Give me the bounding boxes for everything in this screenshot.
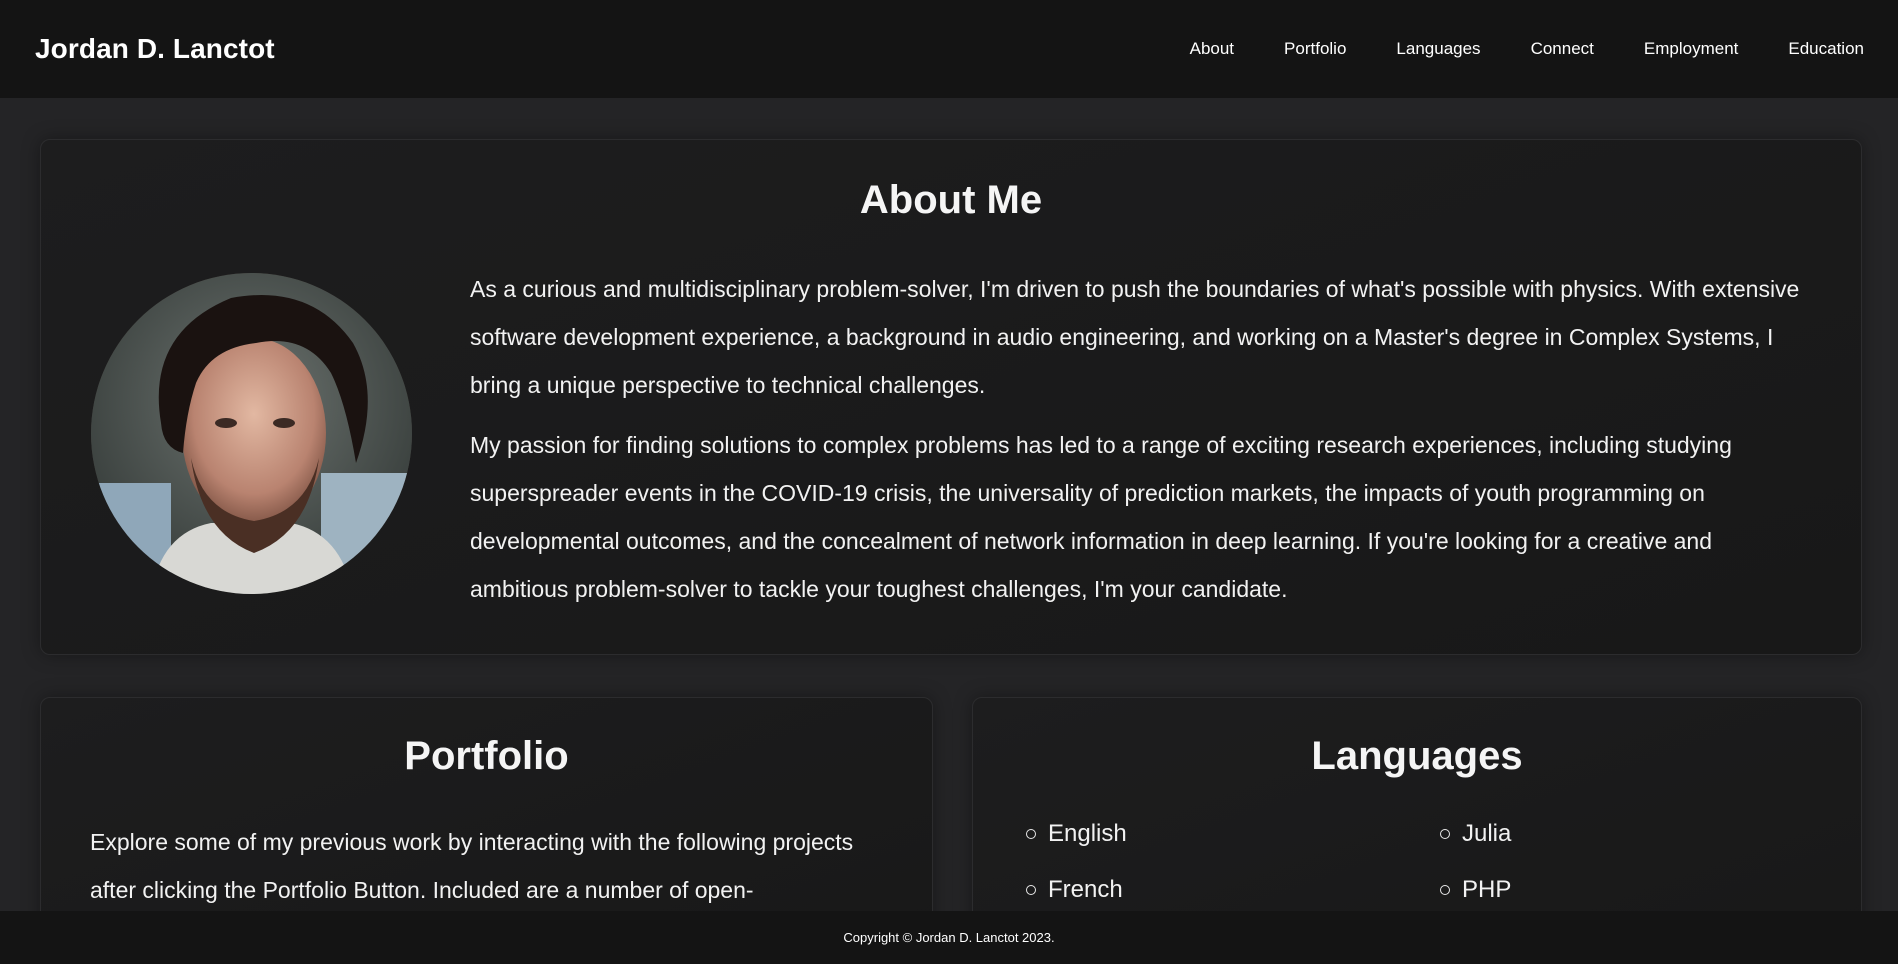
profile-photo-image	[91, 273, 412, 594]
list-item: French	[1026, 862, 1127, 918]
nav-link-portfolio[interactable]: Portfolio	[1284, 39, 1346, 59]
about-title: About Me	[859, 178, 1043, 222]
language-label: French	[1048, 876, 1123, 903]
list-item: PHP	[1440, 862, 1511, 918]
languages-column-left: English French	[1026, 806, 1127, 918]
nav-link-employment[interactable]: Employment	[1644, 39, 1738, 59]
brand-name[interactable]: Jordan D. Lanctot	[35, 33, 275, 65]
about-paragraph-2: My passion for finding solutions to comp…	[470, 432, 1732, 602]
circle-bullet-icon	[1440, 885, 1450, 895]
languages-title: Languages	[1311, 734, 1523, 778]
nav-link-languages[interactable]: Languages	[1396, 39, 1480, 59]
list-item: English	[1026, 806, 1127, 862]
circle-bullet-icon	[1026, 885, 1036, 895]
nav-links: About Portfolio Languages Connect Employ…	[1140, 39, 1864, 59]
profile-photo	[91, 273, 412, 594]
language-label: English	[1048, 820, 1127, 847]
nav-link-education[interactable]: Education	[1788, 39, 1864, 59]
language-label: PHP	[1462, 876, 1512, 903]
languages-column-right: Julia PHP	[1440, 806, 1511, 918]
footer: Copyright © Jordan D. Lanctot 2023.	[0, 911, 1898, 964]
list-item: Julia	[1440, 806, 1511, 862]
language-label: Julia	[1462, 820, 1512, 847]
top-navbar: Jordan D. Lanctot About Portfolio Langua…	[0, 0, 1898, 98]
circle-bullet-icon	[1026, 829, 1036, 839]
circle-bullet-icon	[1440, 829, 1450, 839]
about-card: About Me As a curious and multidisciplin…	[40, 139, 1862, 655]
nav-link-about[interactable]: About	[1190, 39, 1234, 59]
copyright-text: Copyright © Jordan D. Lanctot 2023.	[843, 930, 1055, 945]
about-text: As a curious and multidisciplinary probl…	[470, 265, 1810, 625]
nav-link-connect[interactable]: Connect	[1531, 39, 1594, 59]
about-paragraph-1: As a curious and multidisciplinary probl…	[470, 276, 1800, 398]
portfolio-text: Explore some of my previous work by inte…	[90, 829, 854, 903]
portfolio-title: Portfolio	[404, 734, 569, 778]
